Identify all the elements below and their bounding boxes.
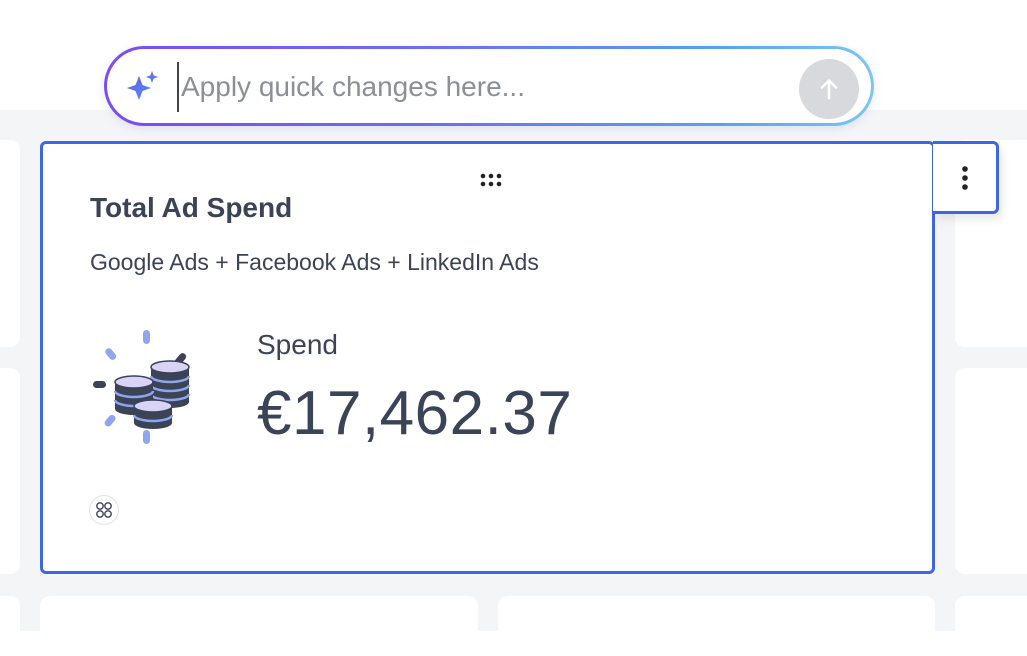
background-widget: [955, 368, 1027, 574]
background-widget: [0, 368, 20, 574]
background-widget: [0, 596, 20, 656]
sparkle-icon: [127, 71, 158, 100]
total-ad-spend-widget[interactable]: Total Ad Spend Google Ads + Facebook Ads…: [40, 141, 935, 574]
drag-handle-icon[interactable]: [479, 171, 503, 189]
background-widget: [0, 140, 20, 347]
more-vertical-icon: [961, 165, 968, 190]
background-widget: [498, 596, 935, 656]
quick-changes-input[interactable]: [177, 62, 783, 112]
integrations-badge[interactable]: [89, 495, 119, 525]
widget-title: Total Ad Spend: [90, 192, 293, 223]
background-widget: [40, 596, 478, 656]
quick-changes-inner: [107, 49, 871, 123]
integrations-icon: [96, 502, 112, 518]
coins-icon: [93, 330, 191, 444]
arrow-up-icon: [820, 79, 838, 100]
background-widget: [955, 596, 1027, 656]
send-button[interactable]: [799, 59, 859, 119]
quick-changes-bar: [104, 46, 874, 126]
widget-menu-button[interactable]: [933, 141, 999, 214]
widget-subtitle: Google Ads + Facebook Ads + LinkedIn Ads: [90, 249, 539, 275]
metric-value: €17,462.37: [257, 379, 573, 448]
metric-label: Spend: [257, 329, 338, 360]
